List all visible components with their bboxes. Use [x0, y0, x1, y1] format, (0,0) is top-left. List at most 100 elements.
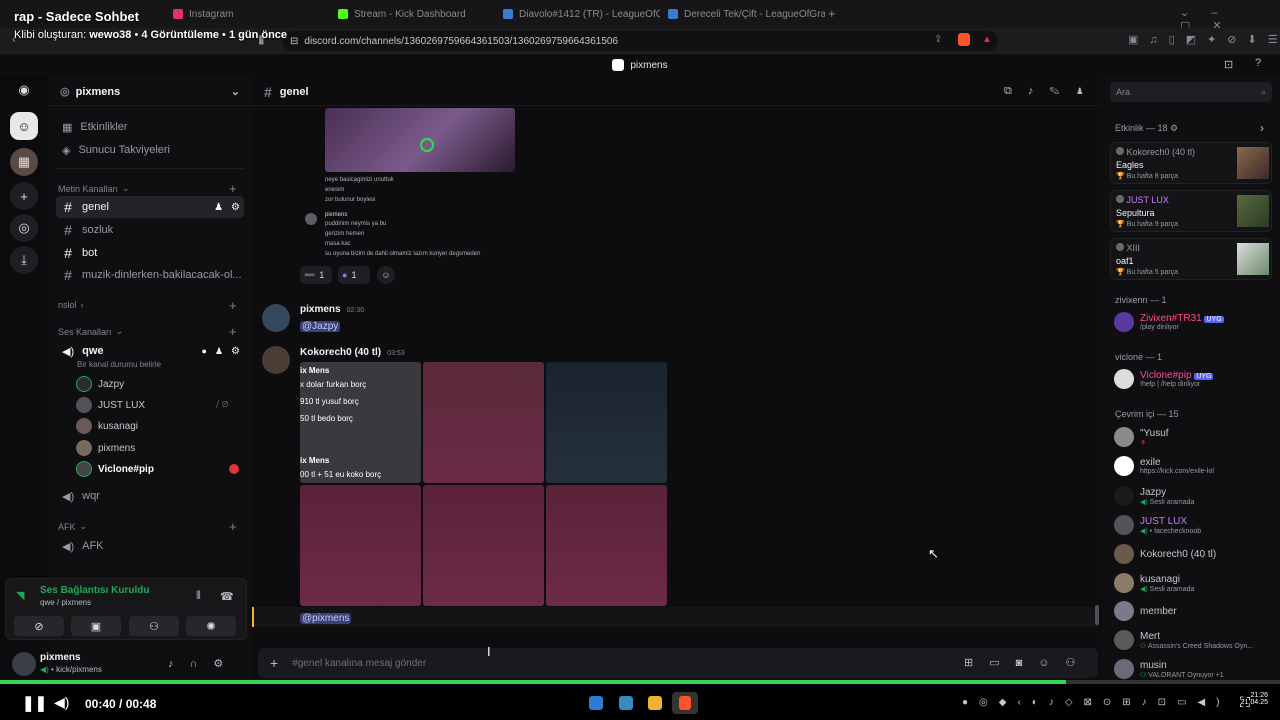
category-nslol[interactable]: nslol ›	[58, 300, 84, 310]
help-icon[interactable]: ?	[1255, 57, 1261, 69]
discover-icon[interactable]: ◎	[10, 214, 38, 242]
sticker-icon[interactable]: ◙	[1016, 657, 1039, 669]
discord-home-icon[interactable]: ◉	[10, 76, 38, 104]
noise-suppression-icon[interactable]: ⦀	[196, 590, 201, 603]
category-text-channels[interactable]: Metin Kanalları ⌄	[58, 183, 130, 194]
gift-icon[interactable]: ⊞	[964, 657, 989, 669]
attached-image[interactable]	[546, 485, 667, 606]
channel-muzik[interactable]: # muzik-dinlerken-bakilacacak-ol...	[56, 264, 244, 286]
server-folder-icon[interactable]: ▦	[10, 148, 38, 176]
reaction[interactable]: ● 1	[338, 266, 370, 284]
pin-icon[interactable]: ✎	[1049, 85, 1075, 97]
share-icon[interactable]: ⇪	[934, 34, 942, 45]
composer-tools[interactable]: ⊞▭◙☺⚇	[964, 656, 1091, 669]
server-pixmens-icon[interactable]: ☺	[10, 112, 38, 140]
voice-channel-qwe[interactable]: ◀) qwe ● ♟ ⚙	[56, 340, 244, 362]
gear-icon[interactable]: ⚙	[1170, 123, 1178, 133]
members-icon[interactable]: ♟	[1075, 85, 1100, 97]
new-tab-button[interactable]: +	[828, 6, 836, 21]
add-channel-button[interactable]: +	[229, 181, 237, 196]
gear-icon[interactable]: ⚙	[231, 202, 240, 213]
attached-image[interactable]	[325, 108, 515, 172]
voice-channel-afk[interactable]: ◀) AFK	[56, 535, 244, 557]
attached-image[interactable]	[546, 362, 667, 483]
fullscreen-icon[interactable]: ⛶	[1240, 694, 1250, 711]
attached-image[interactable]	[423, 362, 544, 483]
soundboard-button[interactable]: ✺	[186, 616, 236, 636]
avatar[interactable]	[262, 346, 290, 374]
voice-connected-sub[interactable]: qwe / pixmens	[40, 598, 91, 607]
voice-channel-wqr[interactable]: ◀) wqr	[56, 485, 244, 507]
sidebar-item-boosts[interactable]: ◈ Sunucu Takviyeleri	[56, 139, 244, 161]
activity-card[interactable]: JUST LUX Sepultura 🏆 Bu hafta 9 parça	[1110, 190, 1272, 232]
url-bar[interactable]: ⊟ discord.com/channels/136026975966436150…	[282, 31, 998, 51]
emoji-icon[interactable]: ☺	[1038, 657, 1065, 669]
category-afk[interactable]: AFK ⌄	[58, 521, 87, 532]
clip-author[interactable]: wewo38	[89, 29, 131, 41]
voice-user[interactable]: JUST LUX	[76, 395, 145, 415]
member-item[interactable]: Kokorech0 (40 tl)	[1114, 541, 1276, 567]
invite-icon[interactable]: ♟	[214, 202, 223, 213]
activity-button[interactable]: ⚇	[129, 616, 179, 636]
activity-card[interactable]: XIII oaf1 🏆 Bu hafta 5 parça	[1110, 238, 1272, 280]
browser-extensions[interactable]: ▣♫▯◩✦⊘⬇☰	[1128, 33, 1280, 46]
sidebar-item-events[interactable]: ▦ Etkinlikler	[56, 116, 244, 138]
browser-tab[interactable]: Instagram	[165, 3, 330, 25]
member-item[interactable]: JUST LUX ◀) • facechecknoob	[1114, 512, 1276, 538]
browser-tab[interactable]: Diavolo#1412 (TR) - LeagueOfGraphs	[495, 3, 660, 25]
channel-genel[interactable]: # genel ♟ ⚙	[56, 196, 244, 218]
voice-user[interactable]: Viclone#pip	[76, 459, 154, 479]
screenshare-button[interactable]: ▣	[71, 616, 121, 636]
attached-image[interactable]	[300, 485, 421, 606]
add-reaction-icon[interactable]: ☺	[377, 266, 395, 284]
category-voice-channels[interactable]: Ses Kanalları ⌄	[58, 326, 123, 337]
message-author[interactable]: Kokorech0 (40 tl) 03:53	[300, 347, 405, 358]
mention[interactable]: @Jazpy	[300, 321, 341, 332]
reaction[interactable]: ➖ 1	[300, 266, 332, 284]
member-item[interactable]: "Yusuf ⚘	[1114, 424, 1276, 450]
add-channel-button[interactable]: +	[229, 519, 237, 534]
voice-status[interactable]: Bir kanal durumu belirle	[77, 360, 161, 369]
gear-icon[interactable]: ⚙	[231, 346, 240, 357]
plus-icon[interactable]: +	[270, 655, 278, 671]
message-author[interactable]: pixmens 02:30	[300, 304, 364, 315]
microphone-icon[interactable]: ♪	[168, 658, 190, 670]
brave-rewards-icon[interactable]: ▲	[982, 34, 992, 45]
volume-icon[interactable]: ◀)	[54, 694, 69, 711]
browser-tab[interactable]: Dereceli Tek/Çift - LeagueOfGraphs	[660, 3, 825, 25]
avatar[interactable]	[262, 304, 290, 332]
add-channel-button[interactable]: +	[229, 324, 237, 339]
search-input[interactable]: Ara ⌕	[1110, 82, 1272, 102]
mention[interactable]: @pixmens	[300, 613, 352, 624]
headphones-icon[interactable]: ∩	[190, 658, 214, 670]
taskbar-app-icon[interactable]	[619, 696, 633, 710]
invite-icon[interactable]: ♟	[215, 346, 223, 357]
chevron-right-icon[interactable]: ›	[1260, 121, 1264, 135]
member-item[interactable]: exile https://kick.com/exile-lol	[1114, 453, 1276, 479]
disconnect-icon[interactable]: ☎	[220, 590, 234, 603]
member-item[interactable]: musin ⚇ VALORANT Oynuyor +1	[1114, 656, 1276, 682]
header-icons[interactable]: ⧉♪✎♟	[1004, 85, 1100, 98]
member-item[interactable]: Jazpy ◀) Sesli aramada	[1114, 483, 1276, 509]
guild-header[interactable]: ◎ pixmens ⌄	[48, 78, 252, 106]
camera-button[interactable]: ⊘	[14, 616, 64, 636]
scrollbar[interactable]	[1095, 605, 1099, 625]
add-server-icon[interactable]: +	[10, 182, 38, 210]
pause-icon[interactable]: ❚❚	[22, 694, 47, 712]
bell-icon[interactable]: ♪	[1028, 85, 1050, 97]
apps-icon[interactable]: ⚇	[1066, 657, 1092, 669]
attached-image[interactable]	[423, 485, 544, 606]
gear-icon[interactable]: ⚙	[213, 658, 239, 670]
channel-bot[interactable]: # bot	[56, 242, 244, 264]
channel-sozluk[interactable]: # sozluk	[56, 219, 244, 241]
windows-start-icon[interactable]	[589, 696, 603, 710]
voice-user[interactable]: Jazpy	[76, 374, 124, 394]
avatar[interactable]	[12, 652, 36, 676]
folder-icon[interactable]	[648, 696, 662, 710]
member-item[interactable]: Viclone#pip UYG !help | /help dinliyor	[1114, 366, 1276, 392]
browser-tab[interactable]: Stream - Kick Dashboard	[330, 3, 495, 25]
chat-icon[interactable]: ●	[202, 346, 207, 356]
inbox-icon[interactable]: ⊡	[1224, 58, 1233, 71]
signal-icon[interactable]: ◥	[16, 589, 24, 602]
member-item[interactable]: Zivixen#TR31 UYG/play dinliyor	[1114, 309, 1276, 335]
